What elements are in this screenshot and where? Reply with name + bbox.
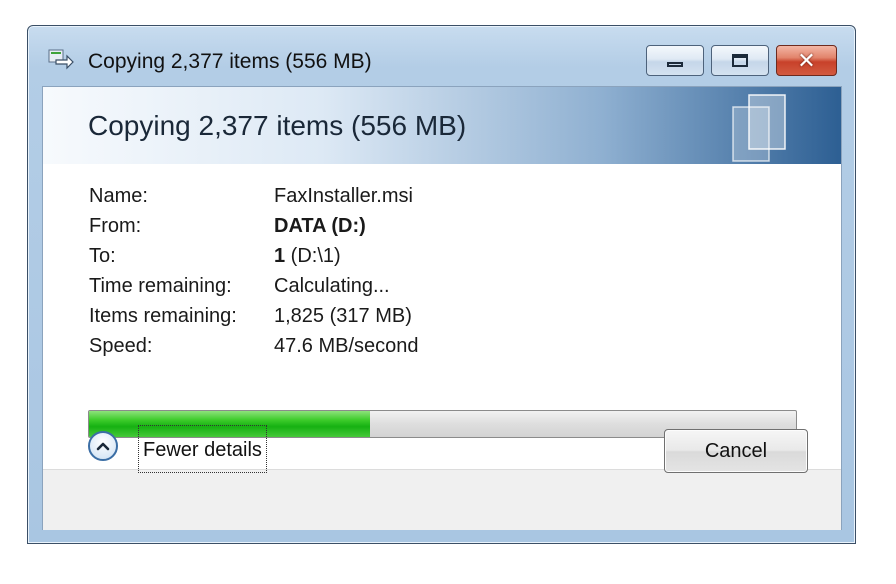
chevron-up-icon [96,441,110,451]
detail-value: FaxInstaller.msi [274,185,413,207]
detail-label: From: [89,215,142,237]
destination-path: (D:\1) [285,245,341,267]
cancel-button[interactable]: Cancel [664,429,808,473]
detail-value: 1,825 (317 MB) [274,305,412,327]
copy-dialog-window: Copying 2,377 items (556 MB) ✕ Copying 2… [27,25,856,544]
detail-label: Items remaining: [89,305,237,327]
header-banner: Copying 2,377 items (556 MB) [43,87,841,164]
maximize-icon [732,54,748,67]
dialog-footer [43,469,841,530]
detail-label: Name: [89,185,148,207]
destination-name: 1 [274,245,286,267]
copy-files-icon [48,48,74,70]
destination-link[interactable]: 1 (D:\1) [274,245,341,268]
minimize-icon [667,62,683,67]
expand-collapse-button[interactable] [88,431,118,461]
title-bar[interactable]: Copying 2,377 items (556 MB) ✕ [28,26,855,88]
detail-value: Calculating... [274,275,390,297]
minimize-button[interactable] [646,45,704,76]
detail-value: 47.6 MB/second [274,335,419,357]
page-title: Copying 2,377 items (556 MB) [88,110,467,141]
maximize-button[interactable] [711,45,769,76]
source-link[interactable]: DATA (D:) [274,215,366,238]
window-title: Copying 2,377 items (556 MB) [88,50,372,73]
close-button[interactable]: ✕ [776,45,837,76]
close-icon: ✕ [797,47,816,73]
detail-label: Time remaining: [89,275,232,297]
detail-label: Speed: [89,335,153,357]
detail-label: To: [89,245,116,267]
documents-graphic-icon [723,93,803,163]
fewer-details-button[interactable]: Fewer details [138,425,267,473]
